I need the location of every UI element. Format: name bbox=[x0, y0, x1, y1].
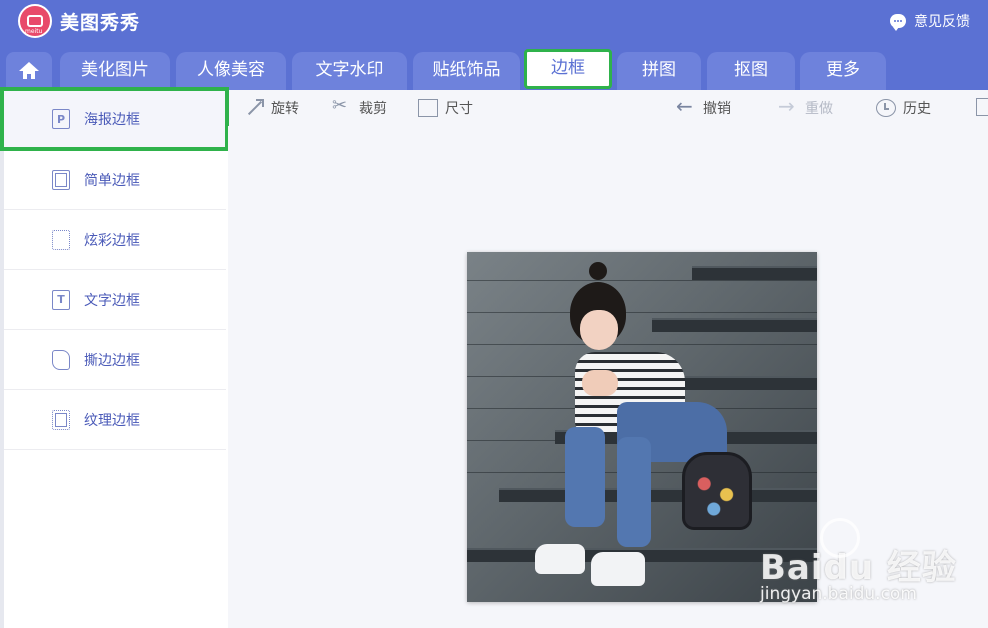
sidebar-item-torn-frame[interactable]: 撕边边框 bbox=[4, 330, 226, 390]
tab-portrait[interactable]: 人像美容 bbox=[176, 52, 286, 90]
tab-beautify[interactable]: 美化图片 bbox=[60, 52, 170, 90]
t-icon: T bbox=[52, 289, 70, 310]
baidu-watermark: Baidu 经验 jingyan.baidu.com bbox=[760, 518, 957, 604]
title-bar: meitu 美图秀秀 意见反馈 bbox=[0, 0, 988, 44]
dotted-frame-icon bbox=[52, 229, 70, 250]
app-logo: meitu bbox=[18, 4, 52, 38]
undo-label: 撤销 bbox=[703, 101, 731, 117]
app-title: 美图秀秀 bbox=[60, 12, 141, 34]
sidebar-item-label: 炫彩边框 bbox=[84, 232, 140, 249]
redo-button[interactable]: 重做 bbox=[778, 94, 833, 118]
sidebar-item-texture-frame[interactable]: 纹理边框 bbox=[4, 390, 226, 450]
rotate-button[interactable]: 旋转 bbox=[244, 98, 299, 118]
resize-button[interactable]: 尺寸 bbox=[418, 98, 473, 118]
rotate-label: 旋转 bbox=[271, 101, 299, 117]
sidebar-item-label: 海报边框 bbox=[84, 112, 140, 128]
sidebar-item-colorful-frame[interactable]: 炫彩边框 bbox=[4, 210, 226, 270]
redo-label: 重做 bbox=[805, 101, 833, 117]
tab-stickers[interactable]: 贴纸饰品 bbox=[413, 52, 520, 90]
tab-collage[interactable]: 拼图 bbox=[617, 52, 701, 90]
feedback-label: 意见反馈 bbox=[914, 14, 970, 30]
backpack bbox=[682, 452, 752, 530]
edit-toolbar: 旋转 裁剪 尺寸 撤销 重做 历史 bbox=[228, 90, 988, 126]
sidebar-item-poster-frame[interactable]: P 海报边框 bbox=[0, 87, 229, 151]
tab-text-watermark[interactable]: 文字水印 bbox=[292, 52, 407, 90]
history-button[interactable]: 历史 bbox=[876, 98, 931, 118]
sidebar-item-label: 简单边框 bbox=[84, 172, 140, 189]
extra-tool-button[interactable] bbox=[976, 98, 988, 116]
tab-cutout[interactable]: 抠图 bbox=[707, 52, 795, 90]
history-label: 历史 bbox=[903, 101, 931, 117]
rotate-icon bbox=[244, 99, 264, 117]
main-tab-bar: 美化图片 人像美容 文字水印 贴纸饰品 边框 拼图 抠图 更多 bbox=[0, 44, 988, 90]
watermark-sub: jingyan.baidu.com bbox=[760, 584, 917, 604]
paw-logo-icon bbox=[820, 518, 860, 558]
logo-frame-icon bbox=[27, 15, 43, 27]
watermark-main: Baidu 经验 bbox=[760, 548, 957, 588]
redo-icon bbox=[778, 94, 798, 118]
tab-frame[interactable]: 边框 bbox=[524, 49, 612, 89]
sidebar-item-simple-frame[interactable]: 简单边框 bbox=[4, 150, 226, 210]
tab-home[interactable] bbox=[6, 52, 52, 90]
sidebar-item-label: 撕边边框 bbox=[84, 352, 140, 369]
feedback-button[interactable]: 意见反馈 bbox=[890, 11, 970, 31]
texture-frame-icon bbox=[52, 409, 70, 430]
sidebar-item-text-frame[interactable]: T 文字边框 bbox=[4, 270, 226, 330]
sidebar-item-label: 纹理边框 bbox=[84, 412, 140, 429]
crop-label: 裁剪 bbox=[359, 101, 387, 117]
clock-icon bbox=[876, 99, 896, 117]
resize-label: 尺寸 bbox=[445, 101, 473, 117]
p-icon: P bbox=[52, 109, 70, 129]
chat-icon bbox=[890, 14, 906, 31]
undo-icon bbox=[676, 94, 696, 118]
sidebar-item-label: 文字边框 bbox=[84, 292, 140, 309]
torn-frame-icon bbox=[52, 349, 70, 370]
resize-icon bbox=[418, 99, 438, 117]
scissors-icon bbox=[332, 95, 352, 117]
home-icon bbox=[19, 62, 39, 80]
undo-button[interactable]: 撤销 bbox=[676, 94, 731, 118]
crop-button[interactable]: 裁剪 bbox=[332, 95, 387, 118]
logo-text: meitu bbox=[25, 28, 43, 35]
compare-icon bbox=[976, 98, 988, 116]
tab-more[interactable]: 更多 bbox=[800, 52, 886, 90]
simple-frame-icon bbox=[52, 169, 70, 190]
